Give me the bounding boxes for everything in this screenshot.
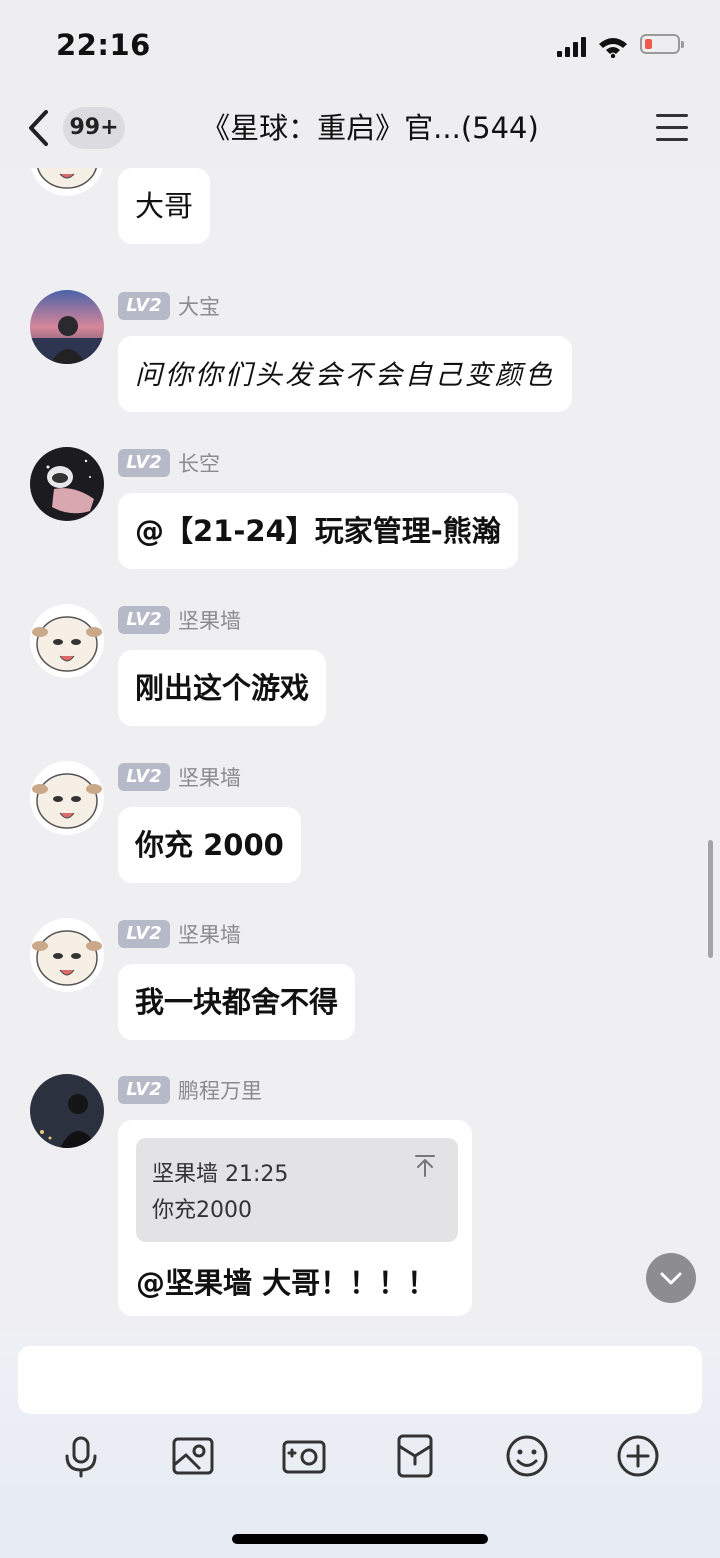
avatar[interactable] [30,168,104,196]
scroll-to-bottom-button[interactable] [646,1253,696,1303]
quoted-message[interactable]: 坚果墙 21:25 你充2000 [136,1138,458,1242]
sender-name[interactable]: 坚果墙 [178,919,241,949]
avatar[interactable] [30,447,104,521]
quote-header: 坚果墙 21:25 [152,1162,289,1187]
sender-meta: LV2 鹏程万里 [118,1076,262,1104]
image-icon[interactable] [169,1432,217,1480]
avatar[interactable] [30,604,104,678]
message-text: 大哥 [135,189,194,223]
red-packet-icon[interactable] [391,1432,439,1480]
sender-meta: LV2 长空 [118,449,220,477]
battery-icon [640,34,684,54]
group-title[interactable]: 《星球：重启》官...(544) [150,108,590,148]
message-bubble[interactable]: 大哥 [118,168,211,244]
chat-header: 99+ 《星球：重启》官...(544) [0,90,720,168]
message-text: @【21-24】玩家管理-熊瀚 [135,514,501,548]
camera-icon[interactable] [280,1432,328,1480]
message-text: 刚出这个游戏 [135,671,310,705]
message-bubble[interactable]: 我一块都舍不得 [118,964,356,1040]
sender-name[interactable]: 鹏程万里 [178,1075,262,1105]
home-indicator[interactable] [232,1534,488,1544]
avatar[interactable] [30,761,104,835]
sender-meta: LV2 坚果墙 [118,763,241,791]
level-badge: LV2 [118,292,170,320]
microphone-icon[interactable] [57,1432,105,1480]
level-badge: LV2 [118,449,170,477]
message-text: 你充 2000 [135,828,284,862]
message-text: 问你你们头发会不会自己变颜色 [135,360,555,391]
avatar[interactable] [30,1074,104,1148]
unread-count-badge[interactable]: 99+ [63,107,125,149]
chevron-down-icon [660,1272,682,1285]
level-badge: LV2 [118,763,170,791]
sender-meta: LV2 大宝 [118,292,220,320]
sender-name[interactable]: 坚果墙 [178,605,241,635]
message-bubble[interactable]: 你充 2000 [118,807,301,883]
message-bubble[interactable]: 坚果墙 21:25 你充2000 @坚果墙 大哥！！！！ [118,1120,472,1316]
message-text: @坚果墙 大哥！！！！ [136,1266,437,1300]
sender-name[interactable]: 坚果墙 [178,762,241,792]
level-badge: LV2 [118,1076,170,1104]
level-badge: LV2 [118,920,170,948]
sender-meta: LV2 坚果墙 [118,606,241,634]
quote-text: 你充2000 [152,1198,252,1223]
sender-meta: LV2 坚果墙 [118,920,241,948]
menu-icon[interactable] [656,114,688,142]
level-badge: LV2 [118,606,170,634]
emoji-icon[interactable] [503,1432,551,1480]
message-bubble[interactable]: @【21-24】玩家管理-熊瀚 [118,493,518,569]
plus-icon[interactable] [614,1432,662,1480]
scrollbar[interactable] [708,840,713,958]
message-text: 我一块都舍不得 [135,985,339,1019]
sender-name[interactable]: 大宝 [178,291,220,321]
back-chevron-icon[interactable] [22,106,56,150]
message-input[interactable] [18,1346,702,1414]
message-list[interactable]: 大哥 LV2 大宝 问你你们头发会不会自己变颜色 LV2 长空 @【21-24】… [0,168,720,1330]
jump-to-quote-icon[interactable] [414,1154,436,1178]
sender-name[interactable]: 长空 [178,448,220,478]
avatar[interactable] [30,290,104,364]
input-panel [0,1330,720,1558]
avatar[interactable] [30,918,104,992]
message-bubble[interactable]: 刚出这个游戏 [118,650,327,726]
status-bar: 22:16 [0,0,720,90]
status-time: 22:16 [56,28,151,62]
message-bubble[interactable]: 问你你们头发会不会自己变颜色 [118,336,572,412]
signal-wifi-icons [557,37,627,58]
